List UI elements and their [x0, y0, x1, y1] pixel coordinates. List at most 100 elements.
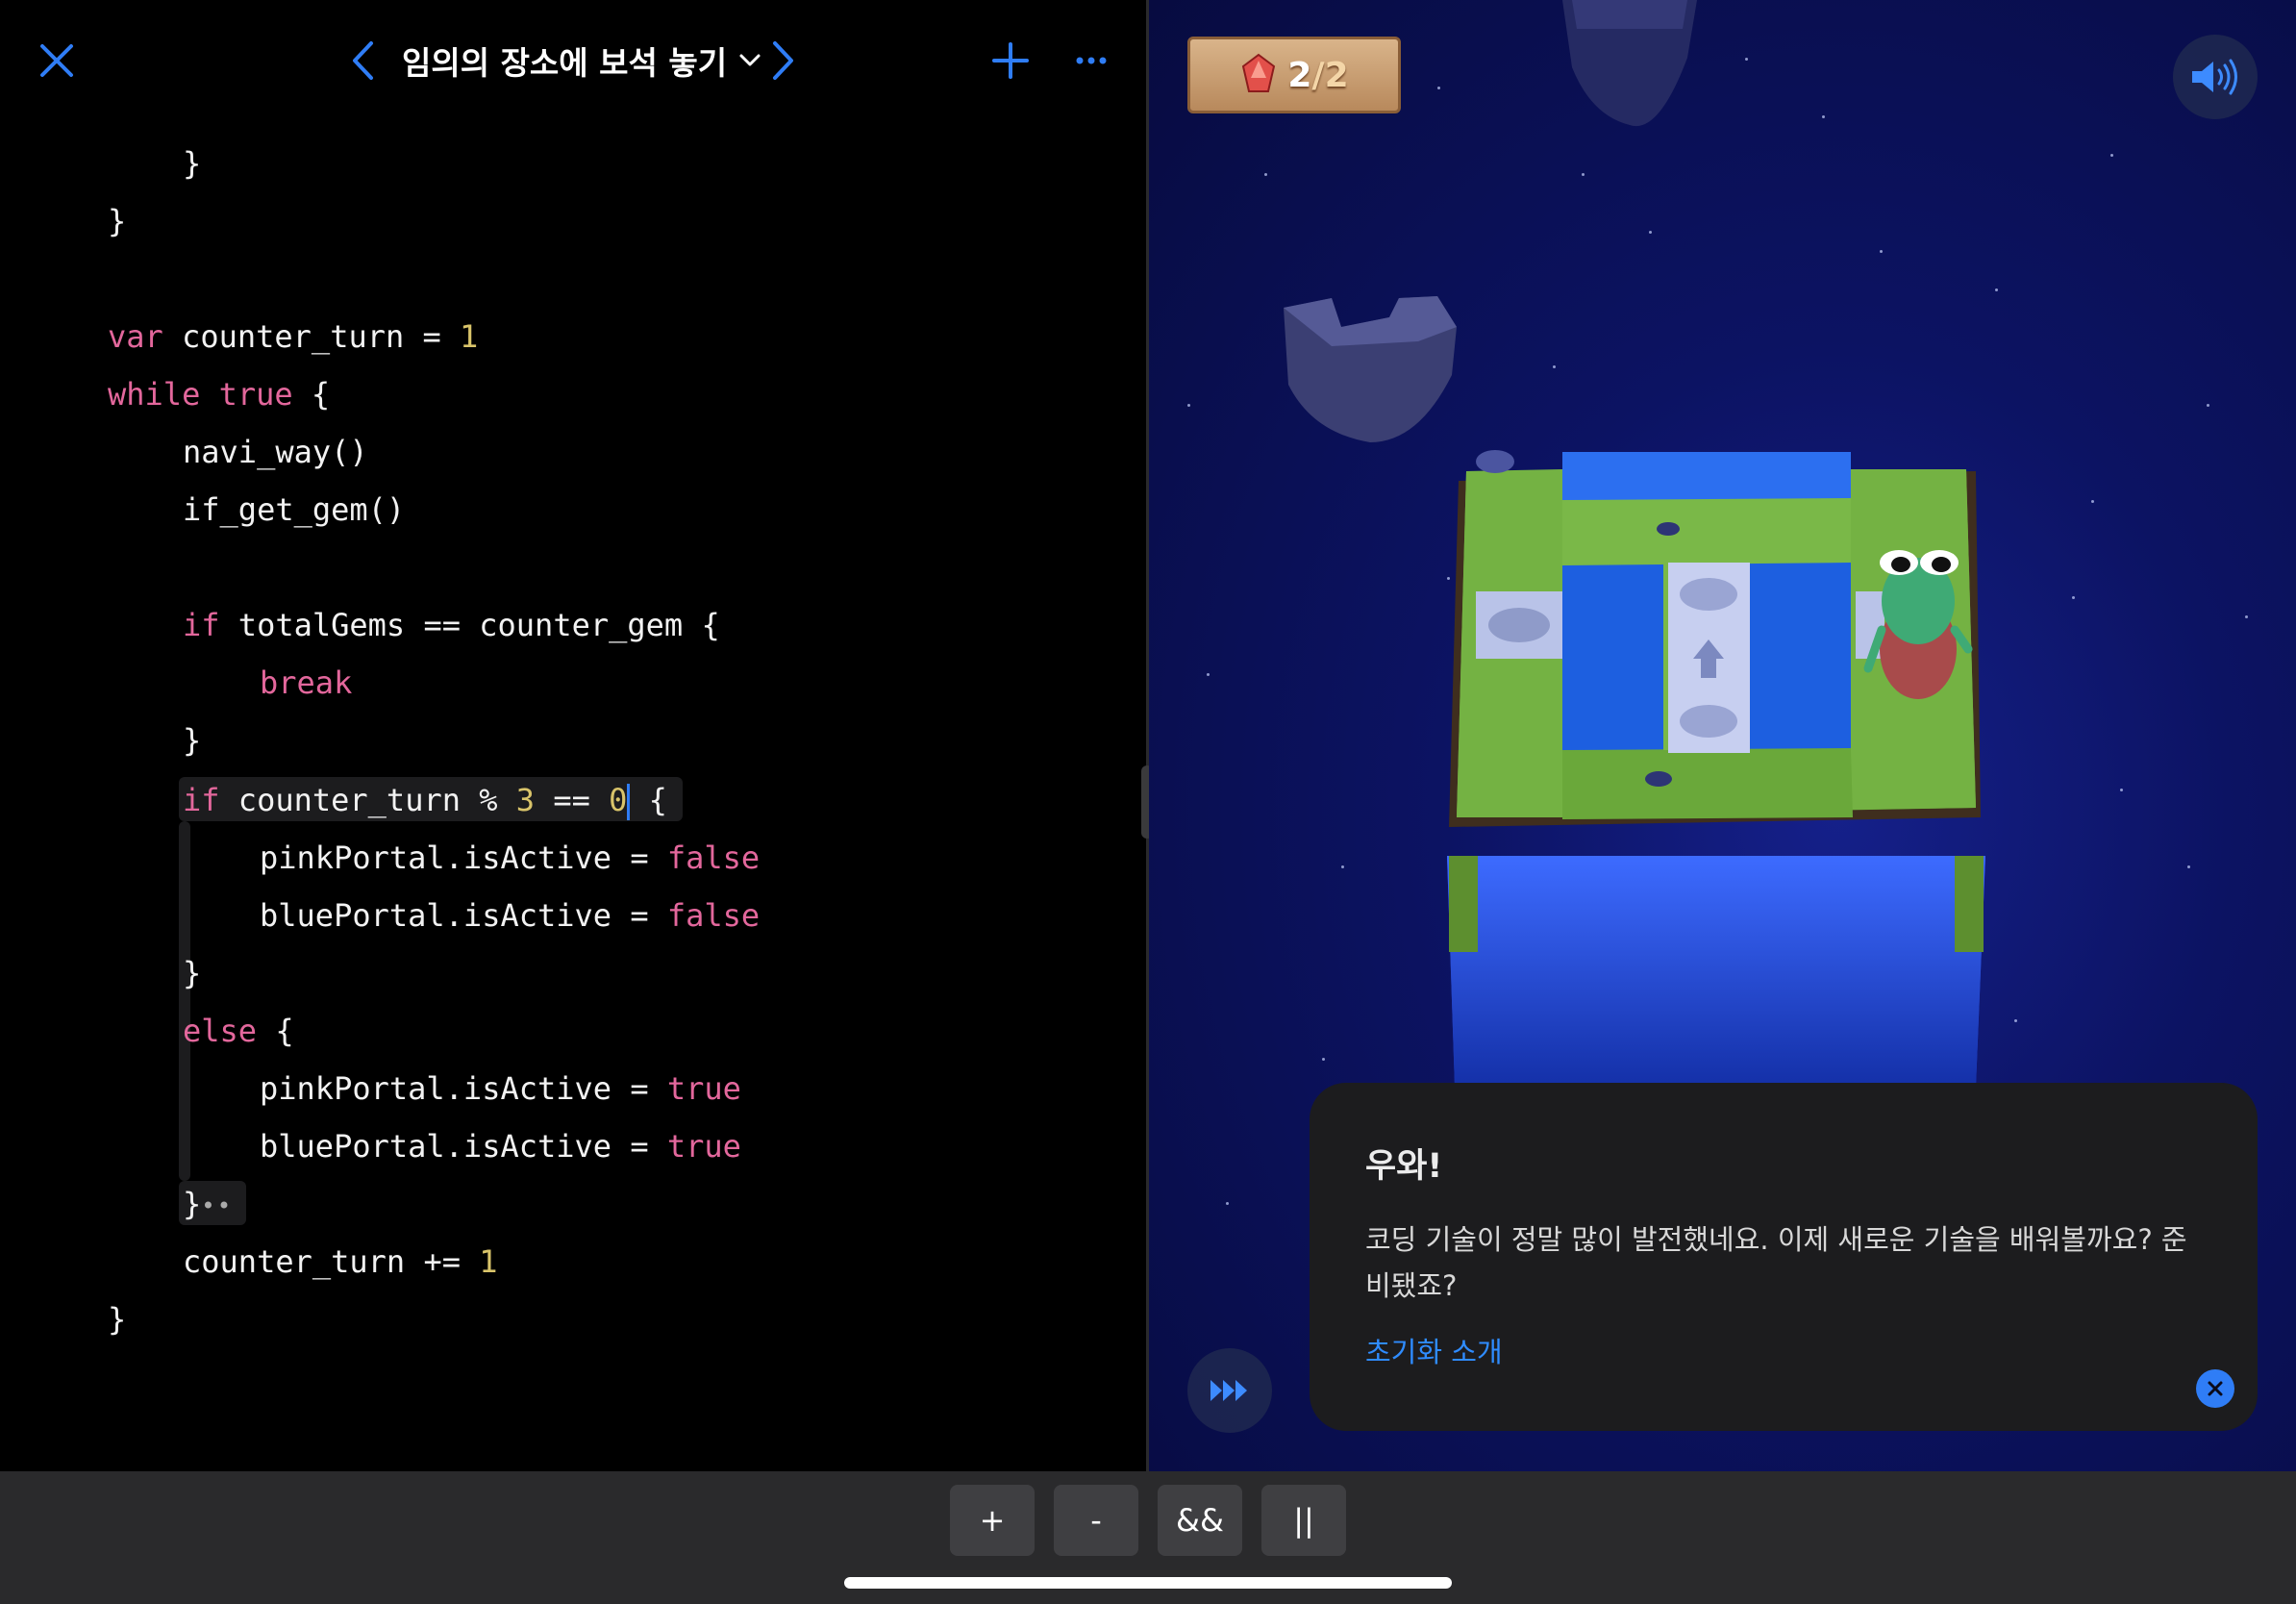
code-line[interactable]: counter_turn += 1 — [183, 1241, 498, 1283]
sound-button[interactable] — [2173, 35, 2258, 119]
code-keyword: var — [108, 318, 163, 355]
floating-rock-left — [1284, 296, 1457, 442]
close-icon — [40, 44, 73, 77]
home-indicator[interactable] — [844, 1577, 1452, 1589]
code-text: counter_turn % — [219, 782, 516, 818]
hint-dialog: 우와! 코딩 기술이 정말 많이 발전했네요. 이제 새로운 기술을 배워볼까요… — [1310, 1083, 2258, 1431]
next-lesson-link[interactable]: 초기화 소개 — [1365, 1330, 1503, 1370]
code-line[interactable]: } — [183, 952, 201, 994]
plus-icon — [992, 42, 1029, 79]
code-line[interactable]: if totalGems == counter_gem { — [183, 604, 720, 646]
code-text: } — [183, 145, 202, 182]
code-line[interactable]: pinkPortal.isActive = true — [260, 1067, 741, 1110]
code-line[interactable]: bluePortal.isActive = false — [260, 894, 760, 937]
code-keyword: break — [260, 664, 353, 701]
star — [1649, 231, 1652, 234]
code-keyword: true — [218, 376, 293, 413]
dialog-title: 우와! — [1365, 1147, 1443, 1186]
chevron-right-icon — [773, 41, 793, 80]
character-byte — [1863, 550, 1973, 699]
page-title-menu[interactable]: 임의의 장소에 보석 놓기 — [402, 37, 767, 85]
code-line[interactable]: if counter_turn % 3 == 0 { — [183, 779, 667, 821]
more-icon — [1076, 57, 1107, 64]
speed-button[interactable] — [1187, 1348, 1272, 1433]
shortcut-bar: + - && || — [0, 1471, 2296, 1604]
key-minus[interactable]: - — [1054, 1485, 1138, 1556]
star — [1322, 1058, 1325, 1061]
code-line[interactable]: } — [183, 719, 201, 762]
code-number: 0 — [609, 782, 628, 818]
code-line[interactable]: navi_way() — [183, 431, 368, 473]
star — [1437, 87, 1440, 89]
code-line[interactable]: } — [183, 142, 201, 185]
star — [1822, 115, 1825, 118]
selected-block-highlight — [179, 821, 190, 1181]
puzzle-island[interactable] — [1437, 433, 1995, 1087]
code-text: pinkPortal.isActive = — [260, 1070, 667, 1107]
code-text: counter_turn += — [183, 1243, 480, 1280]
key-or[interactable]: || — [1261, 1485, 1346, 1556]
code-area[interactable]: } } var counter_turn = 1 while true { na… — [0, 0, 1146, 1471]
code-line[interactable]: var counter_turn = 1 — [108, 315, 478, 358]
code-line[interactable]: } — [108, 1298, 126, 1341]
star — [1995, 288, 1998, 291]
code-line[interactable]: else { — [183, 1010, 294, 1052]
gem-icon — [1242, 53, 1276, 92]
code-text: } — [183, 1186, 202, 1222]
speaker-icon — [2192, 59, 2237, 95]
code-text: bluePortal.isActive = — [260, 1128, 667, 1165]
code-number: 3 — [515, 782, 536, 818]
code-text: == — [535, 782, 610, 818]
code-line[interactable]: } — [108, 200, 126, 242]
code-line[interactable]: if_get_gem() — [183, 489, 405, 531]
code-number: 1 — [460, 318, 479, 355]
code-editor[interactable]: } } var counter_turn = 1 while true { na… — [0, 0, 1146, 1471]
code-text: { — [292, 376, 331, 413]
code-text: navi_way() — [183, 434, 368, 470]
star — [1207, 673, 1210, 676]
star — [2091, 500, 2094, 503]
fold-indicator[interactable]: •• — [201, 1185, 233, 1227]
key-plus[interactable]: + — [950, 1485, 1035, 1556]
code-text: counter_turn = — [162, 318, 461, 355]
code-text: bluePortal.isActive = — [260, 897, 667, 934]
star — [1582, 173, 1585, 176]
star — [1553, 365, 1556, 368]
code-text: } — [183, 722, 202, 759]
star — [2120, 789, 2123, 791]
gem-counter: 2/2 — [1187, 37, 1401, 113]
game-scene[interactable]: 2/2 우와! 코딩 기술이 정말 많이 발전했네요. 이제 새로운 기술을 배… — [1149, 0, 2296, 1471]
code-keyword: if — [183, 607, 220, 643]
code-number: 1 — [479, 1243, 498, 1280]
editor-toolbar: 임의의 장소에 보석 놓기 — [0, 0, 1146, 121]
next-page-button[interactable] — [758, 33, 810, 88]
code-keyword: false — [666, 897, 761, 934]
close-button[interactable] — [29, 33, 85, 88]
code-line[interactable]: }•• — [183, 1183, 233, 1225]
star — [2245, 615, 2248, 618]
star — [1226, 1202, 1229, 1205]
dialog-close-button[interactable] — [2196, 1369, 2234, 1408]
key-and[interactable]: && — [1158, 1485, 1242, 1556]
more-button[interactable] — [1063, 33, 1119, 88]
page-title: 임의의 장소에 보석 놓기 — [402, 44, 728, 82]
close-circle-icon — [2208, 1381, 2223, 1396]
code-keyword: false — [666, 840, 761, 876]
code-line[interactable]: while true { — [108, 373, 330, 415]
code-keyword: else — [183, 1013, 258, 1049]
code-line[interactable]: bluePortal.isActive = true — [260, 1125, 741, 1167]
code-text: } — [183, 955, 202, 991]
code-line[interactable]: pinkPortal.isActive = false — [260, 837, 760, 879]
gem-collected-count: 2 — [1287, 55, 1312, 95]
star — [2187, 865, 2190, 868]
code-text: totalGems == counter_gem { — [219, 607, 720, 643]
star — [1745, 58, 1748, 61]
code-text: { — [257, 1013, 294, 1049]
add-button[interactable] — [983, 33, 1038, 88]
dialog-body: 코딩 기술이 정말 많이 발전했네요. 이제 새로운 기술을 배워볼까요? 준비… — [1365, 1223, 2187, 1302]
code-keyword: true — [666, 1070, 741, 1107]
code-line[interactable]: break — [260, 662, 352, 704]
previous-page-button[interactable] — [337, 33, 388, 88]
gem-total-count: /2 — [1311, 55, 1349, 95]
code-text: { — [630, 782, 667, 818]
